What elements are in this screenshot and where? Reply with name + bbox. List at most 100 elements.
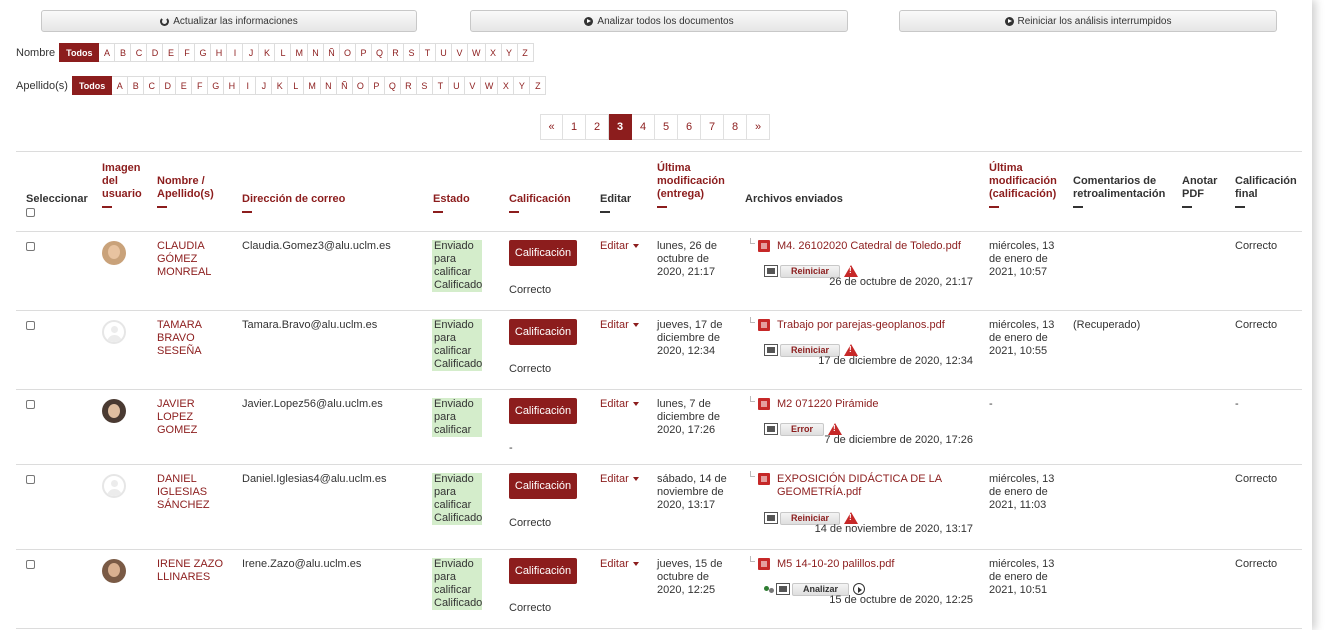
- edit-dropdown[interactable]: Editar: [600, 398, 639, 410]
- first-name-filter-letter[interactable]: V: [452, 43, 468, 62]
- student-name-link[interactable]: TAMARA BRAVO SESEÑA: [157, 319, 227, 358]
- pagination-page[interactable]: 8: [724, 114, 747, 140]
- grade-button[interactable]: Calificación: [509, 473, 577, 499]
- first-name-filter-letter[interactable]: Q: [371, 43, 388, 62]
- user-avatar[interactable]: [102, 559, 126, 583]
- refresh-button[interactable]: Actualizar las informaciones: [41, 10, 417, 32]
- submitted-file-link[interactable]: M5 14-10-20 palillos.pdf: [777, 558, 982, 571]
- first-name-filter-letter[interactable]: Z: [517, 43, 534, 62]
- last-name-filter-letter[interactable]: M: [304, 76, 321, 95]
- last-name-filter-letter[interactable]: Ñ: [336, 76, 353, 95]
- user-avatar[interactable]: [102, 320, 126, 344]
- edit-dropdown[interactable]: Editar: [600, 319, 639, 331]
- pagination-page[interactable]: 1: [563, 114, 586, 140]
- first-name-filter-letter[interactable]: M: [291, 43, 308, 62]
- header-last-modified-submission[interactable]: Última modificación (entrega): [657, 162, 737, 208]
- last-name-filter-letter[interactable]: D: [160, 76, 177, 95]
- pagination-prev[interactable]: «: [540, 114, 563, 140]
- last-name-filter-letter[interactable]: Y: [514, 76, 531, 95]
- first-name-filter-letter[interactable]: I: [227, 43, 244, 62]
- user-avatar[interactable]: [102, 241, 126, 265]
- pagination-page[interactable]: 5: [655, 114, 678, 140]
- pagination-page[interactable]: 6: [678, 114, 701, 140]
- last-name-filter-letter[interactable]: W: [480, 76, 499, 95]
- last-name-filter-letter[interactable]: P: [368, 76, 385, 95]
- pagination-page[interactable]: 7: [701, 114, 724, 140]
- row-select-checkbox[interactable]: [26, 400, 35, 409]
- submitted-file-link[interactable]: EXPOSICIÓN DIDÁCTICA DE LA GEOMETRÍA.pdf: [777, 473, 982, 499]
- pagination-page[interactable]: 2: [586, 114, 609, 140]
- last-name-filter-all[interactable]: Todos: [71, 76, 113, 95]
- header-last-modified-grade[interactable]: Última modificación (calificación): [989, 162, 1065, 208]
- last-name-filter-letter[interactable]: R: [400, 76, 417, 95]
- first-name-filter-all[interactable]: Todos: [59, 43, 100, 62]
- restart-interrupted-button[interactable]: Reiniciar los análisis interrumpidos: [899, 10, 1277, 32]
- student-name-link[interactable]: DANIEL IGLESIAS SÁNCHEZ: [157, 473, 227, 512]
- submitted-file-link[interactable]: M4. 26102020 Catedral de Toledo.pdf: [777, 240, 982, 253]
- first-name-filter-letter[interactable]: W: [468, 43, 486, 62]
- submitted-file-link[interactable]: M2 071220 Pirámide: [777, 398, 982, 411]
- header-image[interactable]: Imagen del usuario: [102, 162, 150, 208]
- first-name-filter-letter[interactable]: R: [388, 43, 404, 62]
- row-select-checkbox[interactable]: [26, 242, 35, 251]
- last-name-filter-letter[interactable]: S: [416, 76, 433, 95]
- grade-button[interactable]: Calificación: [509, 319, 577, 345]
- first-name-filter-letter[interactable]: N: [307, 43, 324, 62]
- first-name-filter-letter[interactable]: F: [179, 43, 196, 62]
- grade-button[interactable]: Calificación: [509, 240, 577, 266]
- pagination-page[interactable]: 3: [609, 114, 632, 140]
- row-select-checkbox[interactable]: [26, 560, 35, 569]
- pagination-page[interactable]: 4: [632, 114, 655, 140]
- first-name-filter-letter[interactable]: E: [163, 43, 180, 62]
- last-name-filter-letter[interactable]: G: [208, 76, 225, 95]
- last-name-filter-letter[interactable]: E: [176, 76, 193, 95]
- edit-dropdown[interactable]: Editar: [600, 240, 639, 252]
- grade-button[interactable]: Calificación: [509, 558, 577, 584]
- last-name-filter-letter[interactable]: O: [352, 76, 369, 95]
- last-name-filter-letter[interactable]: Z: [530, 76, 547, 95]
- last-name-filter-letter[interactable]: U: [448, 76, 465, 95]
- student-name-link[interactable]: IRENE ZAZO LLINARES: [157, 558, 227, 584]
- last-name-filter-letter[interactable]: B: [128, 76, 145, 95]
- first-name-filter-letter[interactable]: J: [243, 43, 260, 62]
- first-name-filter-letter[interactable]: U: [436, 43, 452, 62]
- first-name-filter-letter[interactable]: Y: [501, 43, 518, 62]
- first-name-filter-letter[interactable]: D: [147, 43, 164, 62]
- grade-button[interactable]: Calificación: [509, 398, 577, 424]
- header-status[interactable]: Estado: [433, 193, 470, 213]
- student-name-link[interactable]: CLAUDIA GÓMEZ MONREAL: [157, 240, 227, 279]
- last-name-filter-letter[interactable]: V: [464, 76, 481, 95]
- row-select-checkbox[interactable]: [26, 475, 35, 484]
- first-name-filter-letter[interactable]: L: [275, 43, 292, 62]
- last-name-filter-letter[interactable]: X: [498, 76, 515, 95]
- select-all-checkbox[interactable]: [26, 208, 35, 217]
- edit-dropdown[interactable]: Editar: [600, 558, 639, 570]
- pagination-next[interactable]: »: [747, 114, 770, 140]
- first-name-filter-letter[interactable]: O: [339, 43, 356, 62]
- last-name-filter-letter[interactable]: I: [240, 76, 257, 95]
- first-name-filter-letter[interactable]: G: [195, 43, 212, 62]
- last-name-filter-letter[interactable]: K: [272, 76, 289, 95]
- last-name-filter-letter[interactable]: T: [432, 76, 449, 95]
- first-name-filter-letter[interactable]: S: [404, 43, 420, 62]
- header-name[interactable]: Nombre / Apellido(s): [157, 175, 232, 208]
- row-select-checkbox[interactable]: [26, 321, 35, 330]
- first-name-filter-letter[interactable]: H: [211, 43, 228, 62]
- last-name-filter-letter[interactable]: N: [320, 76, 337, 95]
- first-name-filter-letter[interactable]: C: [131, 43, 148, 62]
- header-grade[interactable]: Calificación: [509, 193, 571, 213]
- analyze-all-button[interactable]: Analizar todos los documentos: [470, 10, 848, 32]
- last-name-filter-letter[interactable]: C: [144, 76, 161, 95]
- last-name-filter-letter[interactable]: Q: [384, 76, 401, 95]
- edit-dropdown[interactable]: Editar: [600, 473, 639, 485]
- last-name-filter-letter[interactable]: A: [112, 76, 129, 95]
- first-name-filter-letter[interactable]: B: [115, 43, 132, 62]
- user-avatar[interactable]: [102, 399, 126, 423]
- first-name-filter-letter[interactable]: A: [99, 43, 116, 62]
- last-name-filter-letter[interactable]: F: [192, 76, 209, 95]
- submitted-file-link[interactable]: Trabajo por parejas-geoplanos.pdf: [777, 319, 982, 332]
- student-name-link[interactable]: JAVIER LOPEZ GOMEZ: [157, 398, 227, 437]
- last-name-filter-letter[interactable]: J: [256, 76, 273, 95]
- first-name-filter-letter[interactable]: X: [485, 43, 502, 62]
- header-email[interactable]: Dirección de correo: [242, 193, 345, 213]
